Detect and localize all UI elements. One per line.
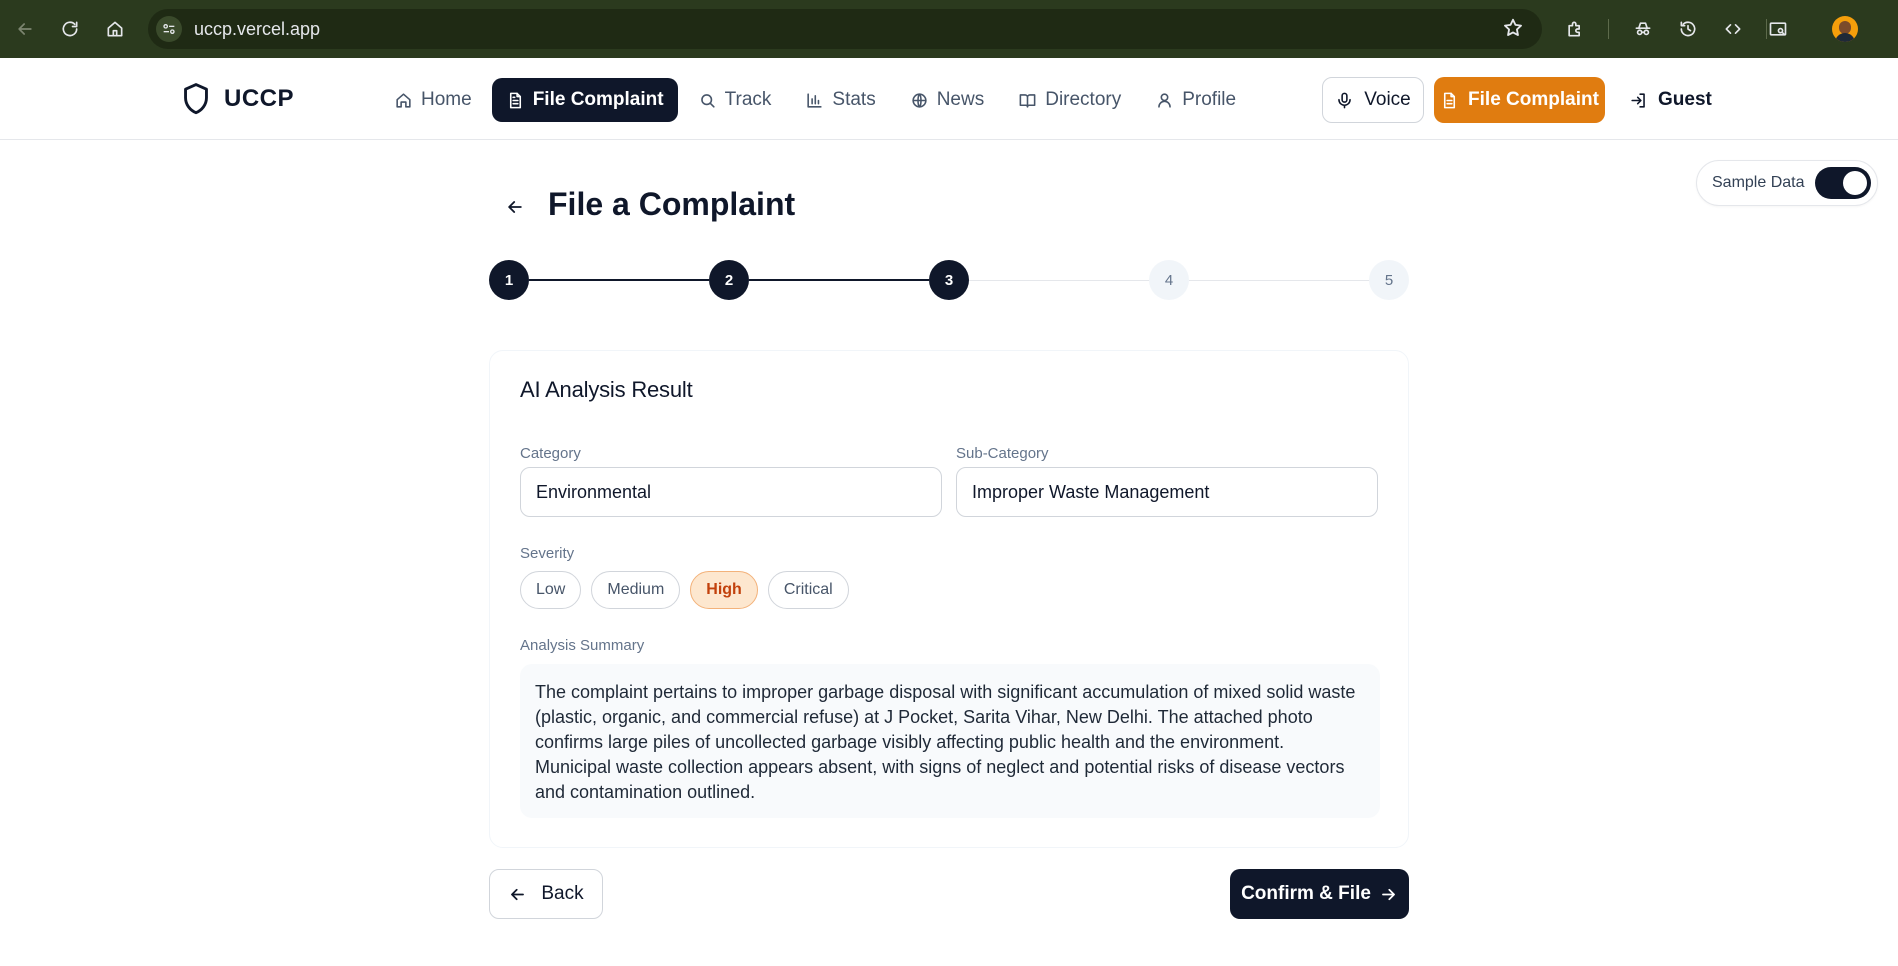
incognito-icon[interactable] — [1630, 16, 1656, 42]
file-icon — [1444, 92, 1456, 108]
arrow-left-icon — [511, 888, 525, 900]
step-connector — [1189, 280, 1369, 281]
nav-home[interactable]: Home — [380, 78, 486, 122]
devtools-icon[interactable] — [1720, 16, 1746, 42]
nav-file-complaint[interactable]: File Complaint — [491, 78, 678, 122]
address-bar[interactable]: uccp.vercel.app — [148, 9, 1542, 49]
file-complaint-button[interactable]: File Complaint — [1434, 77, 1605, 123]
toggle-switch[interactable] — [1814, 167, 1871, 199]
sample-data-toggle[interactable]: Sample Data — [1696, 160, 1878, 206]
profile-avatar[interactable] — [1832, 16, 1858, 42]
nav-profile[interactable]: Profile — [1141, 78, 1250, 122]
progress-stepper: 1 2 3 4 5 — [489, 260, 1409, 300]
back-button[interactable]: Back — [489, 869, 603, 919]
summary-label: Analysis Summary — [520, 637, 645, 654]
nav-directory[interactable]: Directory — [1004, 78, 1135, 122]
microphone-icon — [1338, 92, 1352, 108]
subcategory-label: Sub-Category — [956, 445, 1049, 462]
site-info-icon[interactable] — [156, 16, 182, 42]
severity-high[interactable]: High — [690, 571, 758, 609]
arrow-right-icon — [1382, 888, 1395, 900]
book-icon — [1019, 93, 1036, 108]
severity-options: Low Medium High Critical — [520, 571, 849, 609]
step-5: 5 — [1369, 260, 1409, 300]
voice-button[interactable]: Voice — [1322, 77, 1424, 123]
extensions-icon[interactable] — [1562, 16, 1588, 42]
bookmark-star-icon[interactable] — [1502, 17, 1526, 41]
step-1: 1 — [489, 260, 529, 300]
app-header: UCCP Home File Complaint Track Stats New… — [0, 58, 1898, 140]
severity-low[interactable]: Low — [520, 571, 582, 609]
file-icon — [509, 92, 521, 108]
subcategory-field[interactable]: Improper Waste Management — [956, 467, 1378, 517]
severity-label: Severity — [520, 545, 575, 562]
main-nav: Home File Complaint Track Stats News Dir… — [380, 78, 1250, 122]
user-icon — [1158, 92, 1172, 108]
nav-news[interactable]: News — [896, 78, 999, 122]
page-title: File a Complaint — [548, 186, 796, 222]
analysis-card: AI Analysis Result Category Environmenta… — [489, 350, 1409, 848]
category-label: Category — [520, 445, 581, 462]
analysis-summary: The complaint pertains to improper garba… — [520, 664, 1380, 818]
step-connector — [529, 279, 709, 281]
nav-stats[interactable]: Stats — [791, 78, 889, 122]
history-icon[interactable] — [1675, 16, 1701, 42]
brand-logo[interactable]: UCCP — [180, 82, 294, 116]
step-connector — [969, 280, 1149, 281]
bar-chart-icon — [807, 92, 823, 108]
header-actions: Voice File Complaint Guest — [1322, 77, 1726, 123]
sample-data-label: Sample Data — [1712, 174, 1805, 191]
globe-icon — [912, 92, 927, 108]
step-2: 2 — [709, 260, 749, 300]
brand-name: UCCP — [224, 85, 295, 112]
severity-medium[interactable]: Medium — [591, 571, 681, 609]
login-icon — [1631, 92, 1645, 108]
guest-login-button[interactable]: Guest — [1615, 77, 1726, 123]
step-4: 4 — [1149, 260, 1189, 300]
confirm-file-button[interactable]: Confirm & File — [1230, 869, 1409, 919]
severity-critical[interactable]: Critical — [767, 571, 849, 609]
home-icon — [396, 92, 411, 108]
browser-home-icon[interactable] — [102, 16, 128, 42]
browser-reload-icon[interactable] — [57, 16, 83, 42]
search-icon — [700, 93, 715, 108]
browser-toolbar: uccp.vercel.app — [0, 0, 1898, 58]
step-3: 3 — [929, 260, 969, 300]
tab-search-icon[interactable] — [1765, 16, 1791, 42]
browser-back-icon[interactable] — [12, 16, 38, 42]
shield-icon — [184, 83, 208, 115]
address-url: uccp.vercel.app — [194, 18, 321, 39]
analysis-heading: AI Analysis Result — [520, 377, 693, 402]
step-connector — [749, 279, 929, 281]
nav-track[interactable]: Track — [684, 78, 786, 122]
back-arrow-icon[interactable] — [500, 192, 530, 222]
category-field[interactable]: Environmental — [520, 467, 942, 517]
